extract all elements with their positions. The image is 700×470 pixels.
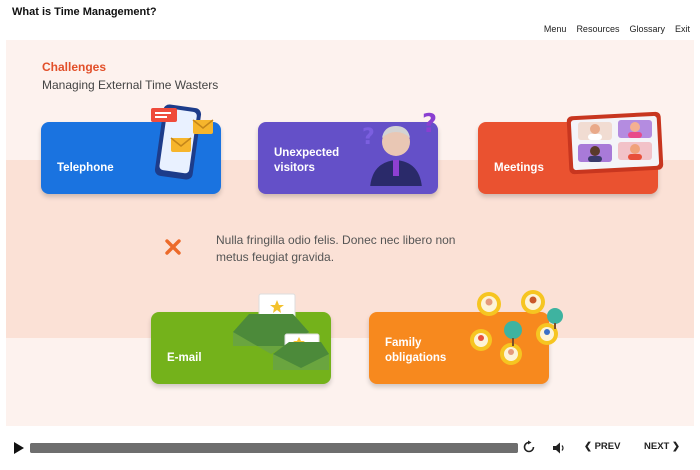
glossary-link[interactable]: Glossary: [629, 24, 665, 34]
replay-icon[interactable]: [522, 440, 536, 454]
progress-bar[interactable]: [30, 443, 518, 453]
exit-link[interactable]: Exit: [675, 24, 690, 34]
smartphone-icon: [151, 104, 214, 180]
resources-link[interactable]: Resources: [576, 24, 619, 34]
telephone-card[interactable]: Telephone: [41, 104, 221, 194]
course-title: What is Time Management?: [12, 6, 157, 18]
feedback-text: Nulla fringilla odio felis. Donec nec li…: [216, 233, 456, 264]
top-nav: Menu Resources Glossary Exit: [544, 24, 690, 34]
course-player: What is Time Management? Menu Resources …: [0, 0, 700, 470]
feedback-close-icon[interactable]: [164, 238, 182, 256]
slide-canvas: Challenges Managing External Time Waster…: [6, 40, 694, 426]
play-icon[interactable]: [14, 442, 24, 454]
progress-bar-fill: [30, 443, 518, 453]
email-card-label: E-mail: [167, 352, 202, 364]
menu-link[interactable]: Menu: [544, 24, 567, 34]
next-button[interactable]: NEXT ❯: [644, 441, 680, 452]
svg-text:?: ?: [362, 125, 375, 150]
visitor-icon: ? ?: [362, 109, 437, 186]
video-call-icon: [566, 111, 664, 175]
unexpected-visitors-card-label: Unexpected visitors: [274, 147, 340, 174]
meetings-card[interactable]: Meetings: [478, 111, 664, 194]
player-controls: ❮ PREV NEXT ❯: [0, 432, 700, 464]
family-obligations-card[interactable]: Family obligations: [369, 290, 563, 384]
family-obligations-card-label: Family obligations: [385, 337, 447, 364]
envelope-icon: [233, 293, 329, 370]
family-tree-icon: [470, 290, 563, 365]
slide-heading: Challenges: [42, 60, 107, 74]
unexpected-visitors-card[interactable]: Unexpected visitors ? ?: [258, 109, 438, 194]
email-card[interactable]: E-mail: [151, 293, 331, 384]
svg-text:?: ?: [422, 109, 437, 139]
prev-button[interactable]: ❮ PREV: [584, 441, 620, 452]
volume-icon[interactable]: [552, 441, 566, 455]
meetings-card-label: Meetings: [494, 162, 544, 174]
telephone-card-label: Telephone: [57, 162, 114, 174]
slide-subheading: Managing External Time Wasters: [42, 78, 219, 92]
